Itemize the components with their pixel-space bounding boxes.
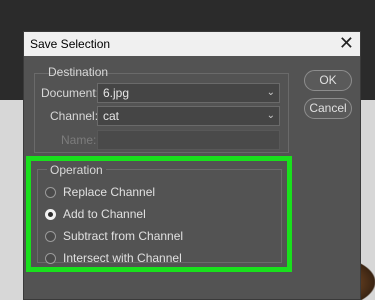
operation-legend: Operation bbox=[47, 163, 106, 177]
document-select[interactable]: 6.jpg ⌄ bbox=[97, 83, 280, 103]
radio-button[interactable] bbox=[45, 209, 56, 220]
channel-value: cat bbox=[103, 109, 120, 123]
chevron-down-icon: ⌄ bbox=[266, 87, 275, 98]
channel-select[interactable]: cat ⌄ bbox=[97, 106, 280, 126]
destination-legend: Destination bbox=[48, 65, 109, 79]
operation-highlight-box: Operation Replace Channel Add to Channel… bbox=[26, 156, 292, 272]
radio-label: Subtract from Channel bbox=[63, 229, 184, 243]
ok-button[interactable]: OK bbox=[304, 70, 352, 91]
radio-label: Replace Channel bbox=[63, 185, 156, 199]
radio-button[interactable] bbox=[45, 253, 56, 264]
name-field[interactable] bbox=[97, 130, 280, 150]
radio-button[interactable] bbox=[45, 231, 56, 242]
document-value: 6.jpg bbox=[103, 86, 130, 100]
cancel-button[interactable]: Cancel bbox=[304, 98, 352, 119]
radio-label: Intersect with Channel bbox=[63, 251, 182, 265]
save-selection-dialog: Save Selection ✕ Destination Document: 6… bbox=[23, 31, 361, 300]
channel-label: Channel: bbox=[50, 109, 99, 123]
radio-label: Add to Channel bbox=[63, 207, 146, 221]
document-label: Document: bbox=[41, 86, 100, 100]
chevron-down-icon: ⌄ bbox=[266, 110, 275, 121]
dialog-title: Save Selection bbox=[30, 37, 111, 51]
dialog-titlebar: Save Selection ✕ bbox=[24, 32, 360, 56]
radio-button[interactable] bbox=[45, 187, 56, 198]
close-icon[interactable]: ✕ bbox=[339, 33, 354, 53]
name-label: Name: bbox=[61, 133, 97, 147]
